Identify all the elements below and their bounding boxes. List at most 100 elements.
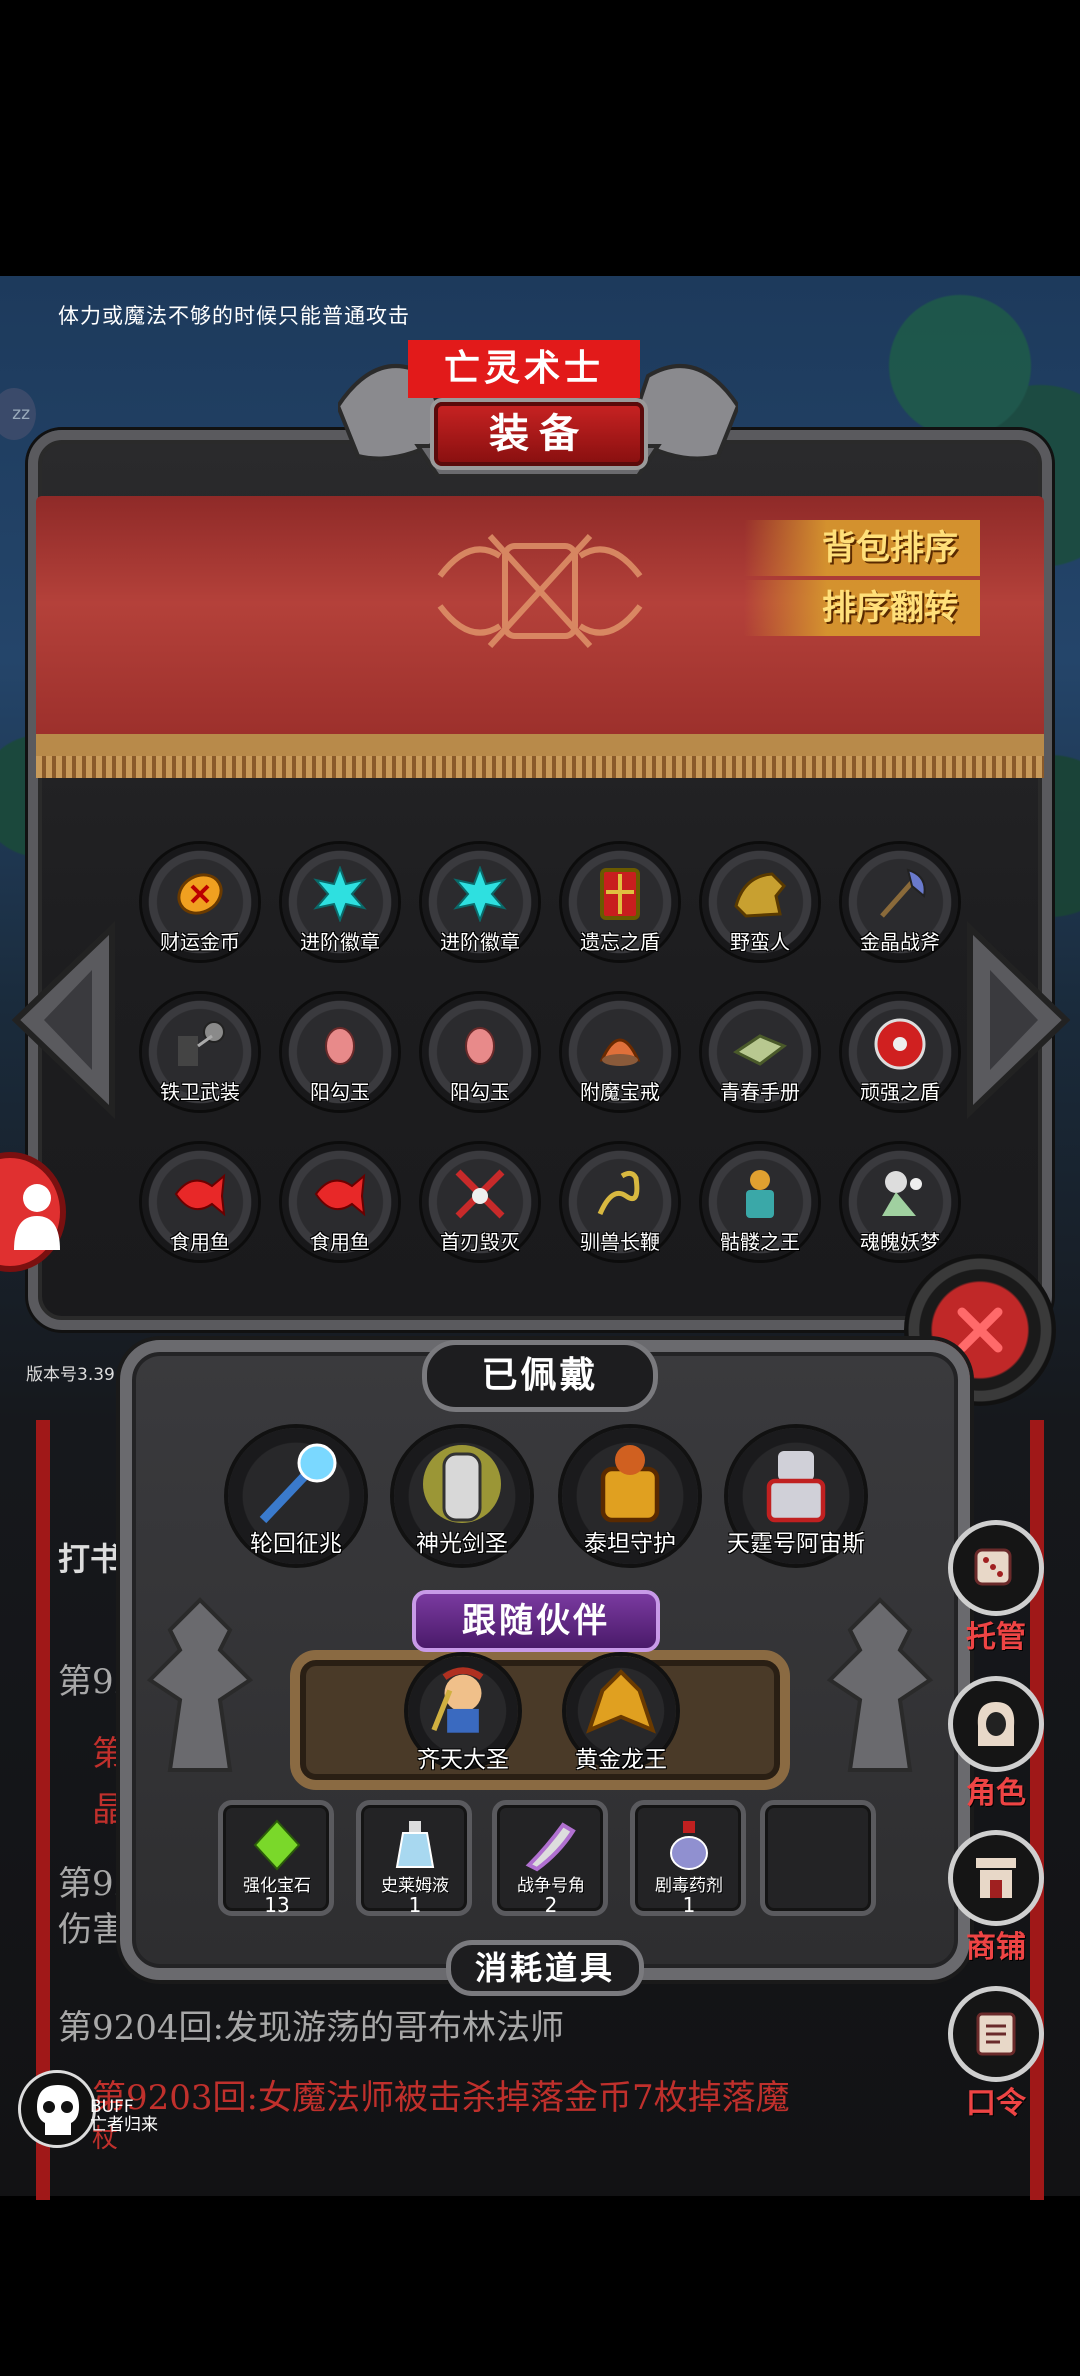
equipped-item[interactable]: 神光剑圣 <box>394 1428 530 1564</box>
version-label: 版本号3.39 <box>26 1365 115 1385</box>
inventory-item[interactable]: 附魔宝戒 <box>562 994 678 1110</box>
inventory-item[interactable]: 食用鱼 <box>282 1144 398 1260</box>
side-button[interactable]: 托管 <box>940 1520 1052 1656</box>
potion-bottle-icon <box>395 1821 435 1868</box>
inventory-item[interactable]: 金晶战斧 <box>842 844 958 960</box>
item-label: 骷髅之王 <box>720 1230 800 1254</box>
close-icon <box>957 1307 1003 1353</box>
inventory-item[interactable]: 驯兽长鞭 <box>562 1144 678 1260</box>
poison-flask-icon <box>670 1821 708 1870</box>
inventory-item[interactable]: 食用鱼 <box>142 1144 258 1260</box>
log-line: 第9204回:发现游荡的哥布林法师 <box>58 2008 564 2048</box>
inventory-item[interactable]: 骷髅之王 <box>702 1144 818 1260</box>
consumable-count: 2 <box>544 1893 558 1917</box>
empty-slot <box>791 1817 847 1873</box>
dragon-statue-icon <box>146 1597 254 1772</box>
companion-label: 齐天大圣 <box>417 1747 509 1773</box>
inventory-item[interactable]: 顽强之盾 <box>842 994 958 1110</box>
war-horn-icon <box>525 1822 576 1872</box>
equipped-label: 天霆号阿宙斯 <box>727 1531 865 1557</box>
log-heading: 打书 <box>58 1540 123 1578</box>
equipped-item[interactable]: 泰坦守护 <box>562 1428 698 1564</box>
inventory-item[interactable]: 野蛮人 <box>702 844 818 960</box>
buff-text: BUFF 亡者归来 <box>90 2098 158 2134</box>
side-button[interactable]: 角色 <box>940 1676 1052 1812</box>
consumables-title: 消耗道具 <box>446 1940 644 1996</box>
next-page-arrow-icon[interactable] <box>962 920 1074 1120</box>
item-label: 食用鱼 <box>310 1230 370 1254</box>
golden-beast-icon <box>734 872 787 918</box>
item-label: 阳勾玉 <box>310 1080 370 1104</box>
hooded-figure-icon <box>977 1702 1015 1746</box>
inventory-item[interactable]: 财运金币 <box>142 844 258 960</box>
gold-coin-icon <box>177 873 223 915</box>
consumable-count: 1 <box>682 1893 696 1917</box>
dragon-statue-icon <box>826 1597 934 1772</box>
person-icon <box>14 1184 60 1250</box>
consumable-item[interactable]: 强化宝石 13 <box>218 1800 334 1917</box>
companion-label: 黄金龙王 <box>575 1747 667 1773</box>
side-button[interactable]: 商铺 <box>940 1830 1052 1966</box>
equipped-item[interactable]: 轮回征兆 <box>228 1428 364 1564</box>
companion-item[interactable]: 黄金龙王 <box>566 1656 676 1773</box>
inventory-item[interactable]: 阳勾玉 <box>422 994 538 1110</box>
side-button[interactable]: 口令 <box>940 1986 1052 2122</box>
skull-icon <box>37 2085 79 2135</box>
equipped-item[interactable]: 天霆号阿宙斯 <box>727 1428 865 1564</box>
item-label: 附魔宝戒 <box>580 1080 660 1104</box>
inventory-item[interactable]: 进阶徽章 <box>422 844 538 960</box>
titan-armor-icon <box>600 1445 660 1523</box>
red-fish-icon <box>314 1173 366 1217</box>
buff-label: BUFF <box>90 2097 134 2117</box>
item-label: 驯兽长鞭 <box>580 1230 660 1254</box>
inventory-item[interactable]: 遗忘之盾 <box>562 844 678 960</box>
consumable-item[interactable]: 史莱姆液 1 <box>356 1800 472 1917</box>
spirit-girl-icon <box>882 1171 922 1216</box>
item-label: 野蛮人 <box>730 930 790 954</box>
empty-consumable-slot[interactable] <box>760 1800 876 1916</box>
pink-gem-icon <box>325 1027 355 1065</box>
bag-sort-button[interactable]: 背包排序 <box>744 520 980 576</box>
red-fish-icon <box>174 1173 226 1217</box>
equipped-title: 已佩戴 <box>422 1340 658 1412</box>
buff-description: 亡者归来 <box>90 2115 158 2135</box>
consumable-item[interactable]: 剧毒药剂 1 <box>630 1800 746 1917</box>
ring-icon <box>599 1038 641 1066</box>
hint-text: 体力或魔法不够的时候只能普通攻击 <box>58 304 410 328</box>
ice-staff-icon <box>259 1443 337 1524</box>
panel-title: 装备 <box>434 402 644 466</box>
equipped-label: 神光剑圣 <box>416 1531 508 1557</box>
consumable-item[interactable]: 战争号角 2 <box>492 1800 608 1917</box>
item-label: 阳勾玉 <box>450 1080 510 1104</box>
inventory-item[interactable]: 进阶徽章 <box>282 844 398 960</box>
prev-page-arrow-icon[interactable] <box>8 920 120 1120</box>
equipped-label: 泰坦守护 <box>584 1531 676 1557</box>
consumable-count: 1 <box>408 1893 422 1917</box>
inventory-item[interactable]: 阳勾玉 <box>282 994 398 1110</box>
item-label: 青春手册 <box>720 1080 800 1104</box>
companion-item[interactable]: 齐天大圣 <box>408 1656 518 1773</box>
sort-reverse-button[interactable]: 排序翻转 <box>744 580 980 636</box>
log-line: 伤害 <box>58 1910 126 1950</box>
shop-icon <box>976 1858 1016 1898</box>
battle-axe-icon <box>880 868 926 918</box>
buff-badge[interactable] <box>18 2070 96 2148</box>
item-label: 进阶徽章 <box>300 930 380 954</box>
equipped-label: 轮回征兆 <box>250 1531 342 1557</box>
side-button-circle <box>948 1986 1044 2082</box>
item-label: 铁卫武装 <box>160 1080 240 1104</box>
cyan-star-badge-icon <box>453 865 507 923</box>
item-label: 首刃毁灭 <box>440 1230 520 1254</box>
book-icon <box>733 1034 787 1066</box>
inventory-item[interactable]: 首刃毁灭 <box>422 1144 538 1260</box>
inventory-item[interactable]: 青春手册 <box>702 994 818 1110</box>
inventory-item[interactable]: 铁卫武装 <box>142 994 258 1110</box>
side-button-circle <box>948 1830 1044 1926</box>
green-gem-icon <box>253 1819 301 1871</box>
side-button-circle <box>948 1676 1044 1772</box>
item-label: 顽强之盾 <box>860 1080 940 1104</box>
companion-title: 跟随伙伴 <box>412 1590 660 1652</box>
inventory-item[interactable]: 魂魄妖梦 <box>842 1144 958 1260</box>
item-label: 财运金币 <box>160 930 240 954</box>
side-button-label: 托管 <box>966 1620 1026 1655</box>
